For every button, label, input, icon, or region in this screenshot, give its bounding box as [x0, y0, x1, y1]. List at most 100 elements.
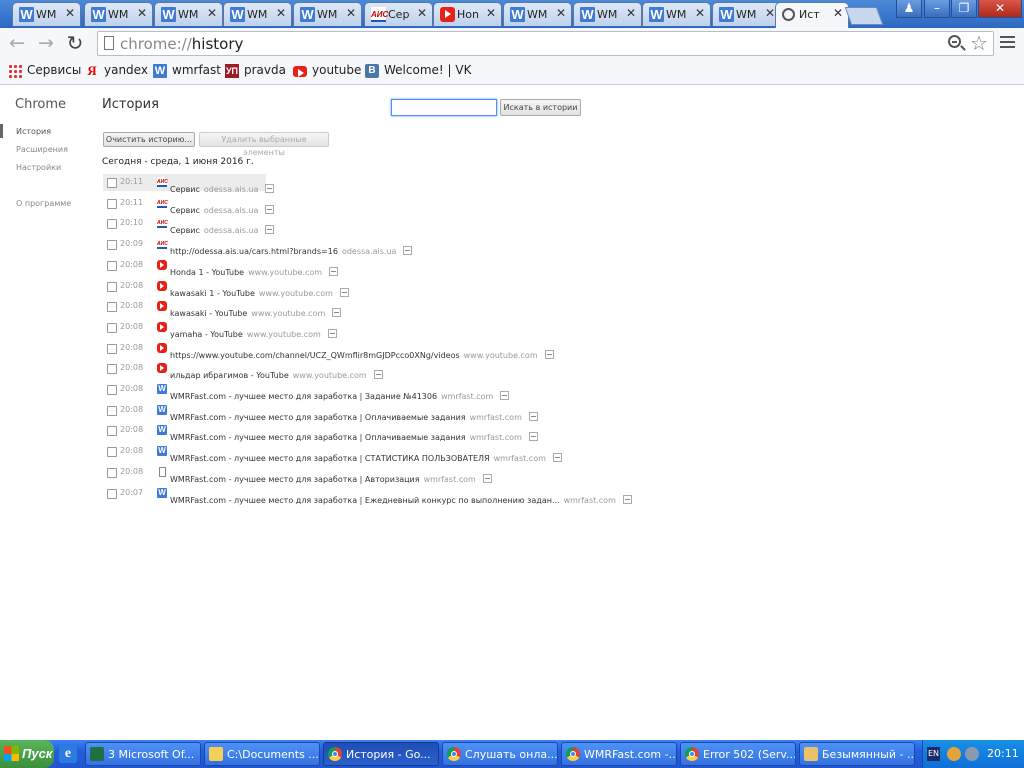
history-row[interactable]: 20:08 ильдар ибрагимов - YouTube www.youtu… [103, 360, 583, 380]
tab-close-icon[interactable]: ✕ [137, 6, 147, 20]
start-button[interactable]: Пуск [0, 740, 54, 768]
tab-close-icon[interactable]: ✕ [765, 6, 775, 20]
row-menu-icon[interactable] [332, 308, 342, 318]
url-text[interactable]: chrome://history [120, 35, 243, 53]
search-history-button[interactable]: Искать в истории [500, 99, 581, 116]
user-icon[interactable]: ♟ [896, 0, 922, 18]
row-menu-icon[interactable] [482, 473, 492, 483]
tab-6[interactable]: Hon ✕ [433, 2, 502, 26]
entry-title-link[interactable]: Сервис [170, 206, 200, 215]
history-search-input[interactable] [391, 99, 497, 116]
row-menu-icon[interactable] [544, 349, 554, 359]
row-checkbox[interactable] [107, 405, 117, 416]
delete-selected-button[interactable]: Удалить выбранные элементы [199, 132, 329, 157]
entry-title-link[interactable]: WMRFast.com - лучшее место для заработка… [170, 454, 490, 463]
entry-title-link[interactable]: WMRFast.com - лучшее место для заработка… [170, 413, 466, 422]
tab-close-icon[interactable]: ✕ [695, 6, 705, 20]
entry-title-link[interactable]: ильдар ибрагимов - YouTube [170, 371, 289, 380]
new-tab-button[interactable] [844, 7, 884, 25]
history-row[interactable]: 20:08 WMRFast.com - лучшее место для зара… [103, 464, 583, 484]
address-bar[interactable]: chrome://history ☆ [97, 31, 994, 56]
tab-close-icon[interactable]: ✕ [833, 6, 843, 20]
entry-title-link[interactable]: WMRFast.com - лучшее место для заработка… [170, 433, 466, 442]
row-menu-icon[interactable] [528, 411, 538, 421]
row-checkbox[interactable] [107, 198, 117, 209]
entry-title-link[interactable]: WMRFast.com - лучшее место для заработка… [170, 496, 560, 505]
volume-icon[interactable] [965, 747, 979, 761]
history-row[interactable]: 20:08 W WMRFast.com - лучшее место для зар… [103, 381, 583, 401]
row-menu-icon[interactable] [327, 328, 337, 338]
row-checkbox[interactable] [107, 219, 117, 230]
bookmark-star-icon[interactable]: ☆ [970, 31, 988, 55]
taskbar-button-3[interactable]: Слушать онла... [442, 742, 558, 766]
forward-arrow-icon[interactable]: → [35, 32, 57, 54]
tab-8[interactable]: W WM ✕ [573, 2, 642, 26]
tab-close-icon[interactable]: ✕ [276, 6, 286, 20]
tab-close-icon[interactable]: ✕ [556, 6, 566, 20]
tab-close-icon[interactable]: ✕ [417, 6, 427, 20]
taskbar-button-1[interactable]: C:\Documents ... [204, 742, 320, 766]
tab-close-icon[interactable]: ✕ [346, 6, 356, 20]
entry-title-link[interactable]: yamaha - YouTube [170, 330, 243, 339]
taskbar-button-6[interactable]: Безымянный - ... [799, 742, 915, 766]
tab-close-icon[interactable]: ✕ [65, 6, 75, 20]
sidebar-item-2[interactable]: Настройки [16, 163, 61, 172]
tab-7[interactable]: W WM ✕ [503, 2, 572, 26]
tab-2[interactable]: W WM ✕ [154, 2, 223, 26]
taskbar-button-0[interactable]: 3 Microsoft Of... [85, 742, 201, 766]
row-menu-icon[interactable] [552, 453, 562, 463]
tab-11[interactable]: Ист ✕ [775, 2, 849, 28]
clear-history-button[interactable]: Очистить историю... [103, 132, 195, 147]
row-menu-icon[interactable] [373, 370, 383, 380]
row-menu-icon[interactable] [528, 432, 538, 442]
tab-close-icon[interactable]: ✕ [626, 6, 636, 20]
tab-9[interactable]: W WM ✕ [642, 2, 711, 26]
tab-close-icon[interactable]: ✕ [207, 6, 217, 20]
history-row[interactable]: 20:08 Honda 1 - YouTube www.youtube.com [103, 257, 583, 277]
entry-title-link[interactable]: kawasaki 1 - YouTube [170, 289, 255, 298]
internet-explorer-icon[interactable]: e [59, 745, 77, 763]
tab-5[interactable]: АИС Сер ✕ [364, 2, 433, 26]
history-row[interactable]: 20:10 АИС Сервис odessa.ais.ua [103, 215, 583, 235]
row-menu-icon[interactable] [500, 391, 510, 400]
history-row[interactable]: 20:08 kawasaki 1 - YouTube www.youtube.com [103, 278, 583, 298]
row-checkbox[interactable] [107, 488, 117, 499]
entry-title-link[interactable]: WMRFast.com - лучшее место для заработка… [170, 475, 420, 484]
tab-0[interactable]: W WM ✕ [12, 2, 81, 26]
row-checkbox[interactable] [107, 281, 117, 292]
entry-title-link[interactable]: http://odessa.ais.ua/cars.html?brands=16 [170, 247, 338, 256]
sidebar-item-0[interactable]: История [16, 127, 51, 136]
history-row[interactable]: 20:11 АИС Сервис odessa.ais.ua [103, 174, 275, 194]
row-checkbox[interactable] [107, 343, 117, 354]
zoom-icon[interactable] [948, 35, 961, 48]
row-menu-icon[interactable] [265, 204, 275, 214]
sidebar-item-1[interactable]: Расширения [16, 145, 68, 154]
row-menu-icon[interactable] [265, 225, 275, 235]
row-checkbox[interactable] [107, 322, 117, 333]
tab-10[interactable]: W WM ✕ [712, 2, 781, 26]
taskbar-button-2[interactable]: История - Go... [323, 742, 439, 766]
history-row[interactable]: 20:08 W WMRFast.com - лучшее место для зар… [103, 443, 583, 463]
tray-app-icon[interactable] [947, 747, 961, 761]
history-row[interactable]: 20:08 W WMRFast.com - лучшее место для зар… [103, 422, 583, 442]
entry-title-link[interactable]: https://www.youtube.com/channel/UCZ_QWmf… [170, 351, 460, 360]
entry-title-link[interactable]: Сервис [170, 226, 200, 235]
entry-title-link[interactable]: Honda 1 - YouTube [170, 268, 244, 277]
row-checkbox[interactable] [107, 467, 117, 478]
row-menu-icon[interactable] [265, 184, 275, 193]
reload-icon[interactable]: ↻ [64, 32, 86, 54]
taskbar-button-4[interactable]: WMRFast.com -... [561, 742, 677, 766]
entry-title-link[interactable]: WMRFast.com - лучшее место для заработка… [170, 392, 437, 401]
language-indicator[interactable]: EN [927, 747, 940, 761]
row-checkbox[interactable] [107, 240, 117, 251]
restore-button[interactable]: ❐ [951, 0, 977, 18]
minimize-button[interactable]: – [924, 0, 950, 18]
row-menu-icon[interactable] [339, 287, 349, 297]
sidebar-item-3[interactable]: О программе [16, 199, 71, 208]
row-checkbox[interactable] [107, 426, 117, 437]
row-checkbox[interactable] [107, 260, 117, 271]
taskbar-button-5[interactable]: Error 502 (Serv... [680, 742, 796, 766]
row-checkbox[interactable] [107, 447, 117, 458]
row-checkbox[interactable] [107, 385, 117, 395]
history-row[interactable]: 20:09 АИС http://odessa.ais.ua/cars.html?b… [103, 236, 583, 256]
